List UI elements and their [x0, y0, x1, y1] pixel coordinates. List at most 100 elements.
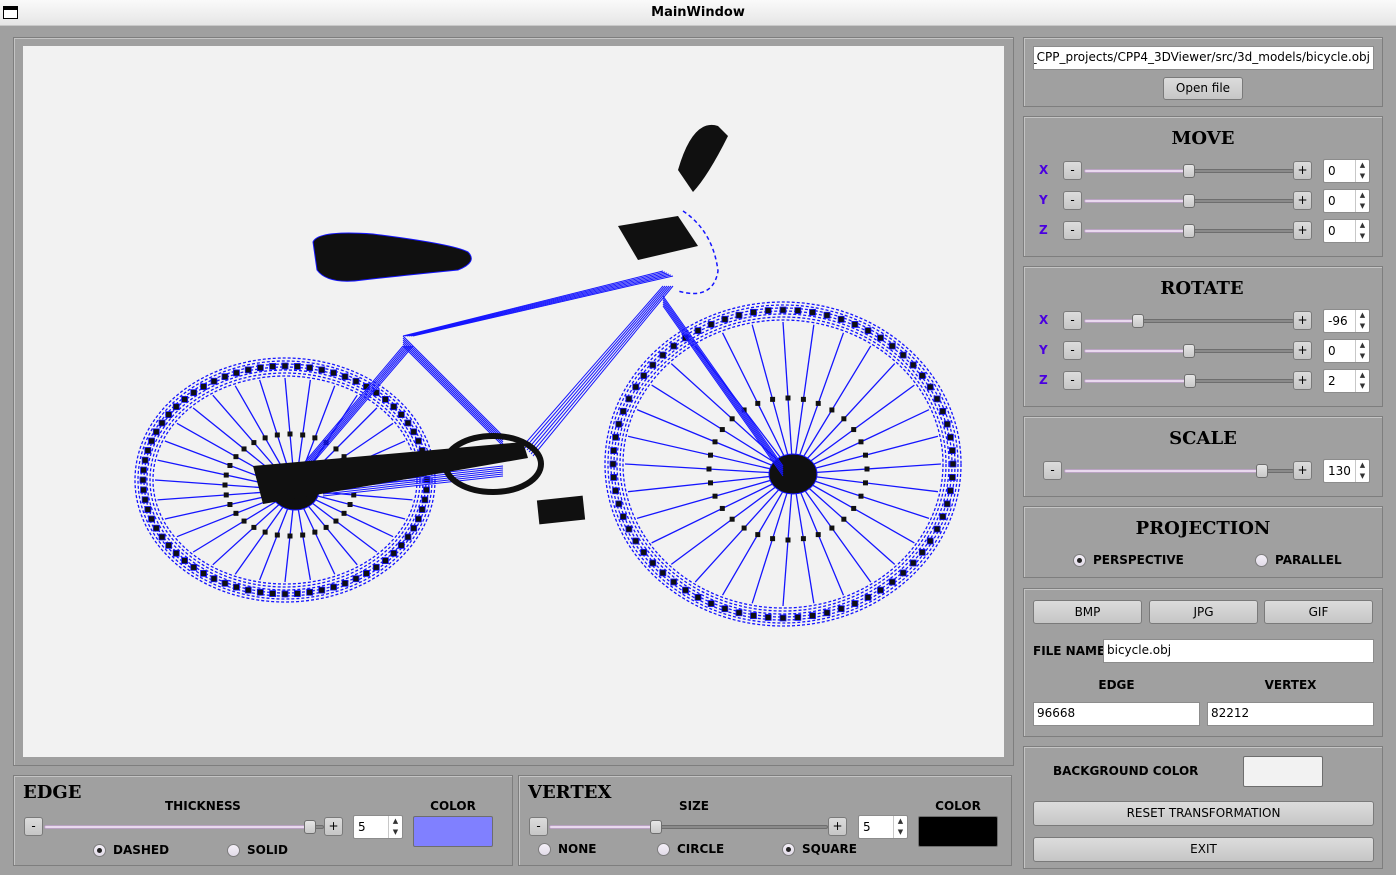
projection-parallel-radio[interactable]: PARALLEL — [1255, 553, 1342, 567]
vertex-size-spinbox[interactable]: 5 ▲ ▼ — [858, 815, 908, 839]
rotate-x-plus-button[interactable]: + — [1293, 311, 1312, 330]
size-minus-button[interactable]: - — [529, 817, 548, 836]
export-gif-button[interactable]: GIF — [1264, 600, 1373, 624]
move-x-minus-button[interactable]: - — [1063, 161, 1082, 180]
scale-value: 130 — [1328, 464, 1351, 478]
rotate-z-minus-button[interactable]: - — [1063, 371, 1082, 390]
open-file-button[interactable]: Open file — [1163, 77, 1243, 100]
rotate-y-slider-handle[interactable] — [1183, 344, 1195, 358]
vertex-color-swatch[interactable] — [918, 816, 998, 847]
exit-button[interactable]: EXIT — [1033, 837, 1374, 862]
model-viewport[interactable] — [23, 46, 1004, 757]
move-x-slider-handle[interactable] — [1183, 164, 1195, 178]
rotate-y-plus-button[interactable]: + — [1293, 341, 1312, 360]
move-y-spinbox[interactable]: 0 ▲ ▼ — [1323, 189, 1370, 213]
vertex-none-radio[interactable]: NONE — [538, 842, 596, 856]
vertex-square-radio[interactable]: SQUARE — [782, 842, 857, 856]
move-x-spinbox[interactable]: 0 ▲ ▼ — [1323, 159, 1370, 183]
rotate-y-spinbox[interactable]: 0 ▲ ▼ — [1323, 339, 1370, 363]
rotate-x-slider[interactable] — [1084, 311, 1294, 331]
projection-panel — [1023, 506, 1383, 578]
background-color-label: BACKGROUND COLOR — [1053, 764, 1199, 778]
vertex-color-label: COLOR — [935, 799, 981, 813]
up-arrow-icon[interactable]: ▲ — [1356, 340, 1369, 351]
move-y-minus-button[interactable]: - — [1063, 191, 1082, 210]
move-z-spinbox[interactable]: 0 ▲ ▼ — [1323, 219, 1370, 243]
bike-pedal — [536, 495, 586, 525]
rotate-y-slider[interactable] — [1084, 341, 1294, 361]
edge-count-field[interactable]: 96668 — [1033, 702, 1200, 726]
file-name-label: FILE NAME — [1033, 644, 1106, 658]
window-title: MainWindow — [651, 5, 745, 20]
down-arrow-icon[interactable]: ▼ — [1356, 201, 1369, 212]
size-slider-handle[interactable] — [650, 820, 662, 834]
vertex-count-label: VERTEX — [1264, 678, 1317, 692]
down-arrow-icon[interactable]: ▼ — [1356, 231, 1369, 242]
down-arrow-icon[interactable]: ▼ — [1356, 381, 1369, 392]
move-z-minus-button[interactable]: - — [1063, 221, 1082, 240]
edge-dashed-radio[interactable]: DASHED — [93, 843, 169, 857]
scale-minus-button[interactable]: - — [1043, 461, 1062, 480]
move-title: MOVE — [1171, 128, 1235, 149]
down-arrow-icon[interactable]: ▼ — [1356, 471, 1369, 482]
projection-perspective-radio[interactable]: PERSPECTIVE — [1073, 553, 1184, 567]
up-arrow-icon[interactable]: ▲ — [1356, 460, 1369, 471]
reset-transformation-button[interactable]: RESET TRANSFORMATION — [1033, 801, 1374, 826]
down-arrow-icon[interactable]: ▼ — [1356, 351, 1369, 362]
rotate-x-minus-button[interactable]: - — [1063, 311, 1082, 330]
up-arrow-icon[interactable]: ▲ — [1356, 310, 1369, 321]
rotate-z-plus-button[interactable]: + — [1293, 371, 1312, 390]
thickness-spinbox[interactable]: 5 ▲ ▼ — [353, 815, 403, 839]
down-arrow-icon[interactable]: ▼ — [1356, 321, 1369, 332]
radio-checked-icon — [1073, 553, 1086, 567]
scale-spinbox[interactable]: 130 ▲ ▼ — [1323, 459, 1370, 483]
rotate-y-minus-button[interactable]: - — [1063, 341, 1082, 360]
scale-slider[interactable] — [1064, 461, 1294, 481]
front-wheel — [604, 301, 962, 627]
rotate-z-value: 2 — [1328, 374, 1336, 388]
up-arrow-icon[interactable]: ▲ — [1356, 160, 1369, 171]
vertex-size-slider[interactable] — [549, 817, 828, 837]
rotate-y-value: 0 — [1328, 344, 1336, 358]
move-y-slider[interactable] — [1084, 191, 1294, 211]
file-name-field[interactable]: bicycle.obj — [1103, 639, 1374, 663]
up-arrow-icon[interactable]: ▲ — [389, 816, 402, 827]
export-bmp-button[interactable]: BMP — [1033, 600, 1142, 624]
up-arrow-icon[interactable]: ▲ — [1356, 370, 1369, 381]
up-arrow-icon[interactable]: ▲ — [894, 816, 907, 827]
file-path-field[interactable]: S21_CPP_projects/CPP4_3DViewer/src/3d_mo… — [1033, 46, 1374, 70]
rotate-z-slider[interactable] — [1084, 371, 1294, 391]
vertex-count-field[interactable]: 82212 — [1207, 702, 1374, 726]
down-arrow-icon[interactable]: ▼ — [1356, 171, 1369, 182]
rotate-z-spinbox[interactable]: 2 ▲ ▼ — [1323, 369, 1370, 393]
size-plus-button[interactable]: + — [828, 817, 847, 836]
move-y-plus-button[interactable]: + — [1293, 191, 1312, 210]
rotate-x-spinbox[interactable]: -96 ▲ ▼ — [1323, 309, 1370, 333]
down-arrow-icon[interactable]: ▼ — [389, 827, 402, 838]
down-arrow-icon[interactable]: ▼ — [894, 827, 907, 838]
edge-solid-radio[interactable]: SOLID — [227, 843, 288, 857]
edge-count-label: EDGE — [1098, 678, 1135, 692]
rotate-z-slider-handle[interactable] — [1184, 374, 1196, 388]
background-color-swatch[interactable] — [1243, 756, 1323, 787]
edge-color-label: COLOR — [430, 799, 476, 813]
scale-title: SCALE — [1169, 428, 1237, 449]
rotate-x-slider-handle[interactable] — [1132, 314, 1144, 328]
thickness-slider-handle[interactable] — [304, 820, 316, 834]
move-x-plus-button[interactable]: + — [1293, 161, 1312, 180]
move-z-slider[interactable] — [1084, 221, 1294, 241]
thickness-plus-button[interactable]: + — [324, 817, 343, 836]
move-z-slider-handle[interactable] — [1183, 224, 1195, 238]
move-x-slider[interactable] — [1084, 161, 1294, 181]
scale-slider-handle[interactable] — [1256, 464, 1268, 478]
edge-color-swatch[interactable] — [413, 816, 493, 847]
thickness-slider[interactable] — [44, 817, 324, 837]
move-y-slider-handle[interactable] — [1183, 194, 1195, 208]
thickness-minus-button[interactable]: - — [24, 817, 43, 836]
up-arrow-icon[interactable]: ▲ — [1356, 220, 1369, 231]
up-arrow-icon[interactable]: ▲ — [1356, 190, 1369, 201]
move-z-plus-button[interactable]: + — [1293, 221, 1312, 240]
export-jpg-button[interactable]: JPG — [1149, 600, 1258, 624]
vertex-circle-radio[interactable]: CIRCLE — [657, 842, 724, 856]
scale-plus-button[interactable]: + — [1293, 461, 1312, 480]
